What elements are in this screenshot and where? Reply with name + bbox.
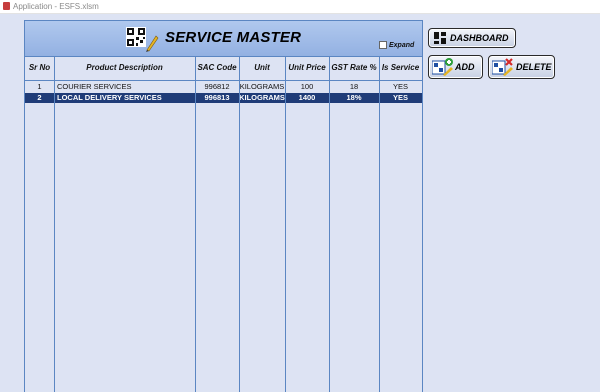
delete-button[interactable]: DELETE bbox=[488, 55, 555, 79]
dashboard-button[interactable]: DASHBOARD bbox=[428, 28, 516, 48]
excel-app-icon bbox=[3, 2, 10, 10]
col-header-sac-code: SAC Code bbox=[197, 63, 237, 72]
column-divider bbox=[329, 56, 330, 392]
table-row-selected[interactable]: 2 LOCAL DELIVERY SERVICES 996813 KILOGRA… bbox=[25, 93, 422, 103]
col-header-sr-no: Sr No bbox=[28, 63, 51, 72]
dashboard-icon bbox=[434, 32, 446, 44]
cell-sr-no: 1 bbox=[37, 82, 42, 91]
cell-unit-price: 1400 bbox=[298, 93, 316, 102]
cell-product-description: LOCAL DELIVERY SERVICES bbox=[57, 93, 162, 102]
add-button[interactable]: ADD bbox=[428, 55, 483, 79]
column-divider bbox=[54, 56, 55, 392]
column-divider bbox=[379, 56, 380, 392]
cell-gst-rate: 18% bbox=[346, 93, 362, 102]
dashboard-label: DASHBOARD bbox=[450, 33, 509, 43]
cell-unit-price: 100 bbox=[300, 82, 314, 91]
expand-label: Expand bbox=[389, 41, 415, 49]
add-label: ADD bbox=[455, 62, 475, 72]
col-header-unit-price: Unit Price bbox=[288, 63, 326, 72]
page-title: SERVICE MASTER bbox=[165, 29, 302, 46]
column-divider bbox=[285, 56, 286, 392]
cell-gst-rate: 18 bbox=[349, 82, 359, 91]
cell-sac-code: 996813 bbox=[204, 93, 230, 102]
col-header-product-description: Product Description bbox=[86, 63, 163, 72]
col-header-is-service: Is Service bbox=[381, 63, 420, 72]
cell-sac-code: 996812 bbox=[204, 82, 230, 91]
header-band: SERVICE MASTER Expand bbox=[25, 20, 422, 57]
qr-code-icon bbox=[126, 27, 159, 52]
cell-is-service: YES bbox=[392, 82, 408, 91]
column-divider bbox=[195, 56, 196, 392]
cell-unit: KILOGRAMS bbox=[239, 82, 285, 91]
window-titlebar: Application - ESFS.xlsm bbox=[0, 0, 600, 14]
window-title: Application - ESFS.xlsm bbox=[13, 2, 99, 11]
cell-product-description: COURIER SERVICES bbox=[57, 82, 132, 91]
cell-sr-no: 2 bbox=[37, 93, 42, 102]
services-table: Sr No Product Description SAC Code Unit … bbox=[25, 56, 422, 392]
delete-label: DELETE bbox=[516, 62, 552, 72]
cell-is-service: YES bbox=[392, 93, 408, 102]
cell-unit: KILOGRAMS bbox=[239, 93, 285, 102]
column-divider bbox=[239, 56, 240, 392]
expand-toggle[interactable]: Expand bbox=[379, 41, 414, 49]
table-header-row: Sr No Product Description SAC Code Unit … bbox=[25, 56, 422, 81]
add-qr-icon bbox=[432, 58, 453, 76]
col-header-unit: Unit bbox=[254, 63, 270, 72]
expand-checkbox[interactable] bbox=[379, 41, 387, 49]
table-row[interactable]: 1 COURIER SERVICES 996812 KILOGRAMS 100 … bbox=[25, 82, 422, 92]
delete-qr-icon bbox=[492, 58, 513, 76]
col-header-gst-rate: GST Rate % bbox=[331, 63, 377, 72]
service-master-panel: SERVICE MASTER Expand Sr No Product Desc… bbox=[24, 20, 423, 392]
